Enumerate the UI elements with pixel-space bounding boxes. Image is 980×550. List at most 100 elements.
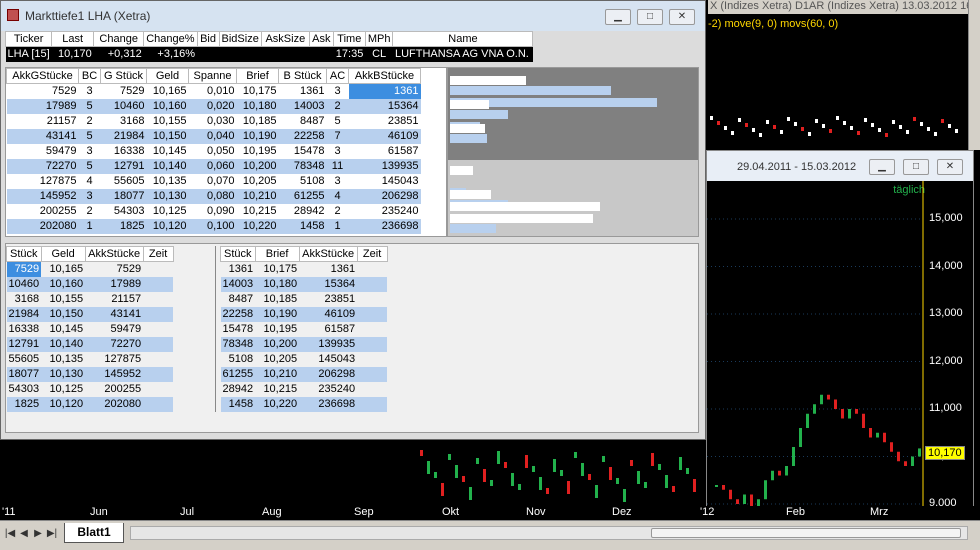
table-row[interactable]: 17989 5 10460 10,160 0,020 10,180 14003 2 15364 [6,98,421,114]
sales-cell [143,262,173,277]
order-book-header[interactable]: B Stück [278,68,327,84]
ticker-row[interactable]: LHA [15] 10,170 +0,312 +3,16% 17:35 CL LUFTHAN… [5,46,533,62]
table-row[interactable]: 78348 10,200 139935 [220,336,388,352]
table-row[interactable]: 8487 10,185 23851 [221,292,388,307]
sales-header[interactable]: AkkStücke [298,246,358,262]
ticker-header[interactable]: Change% [143,31,198,47]
horizontal-scroll-thumb[interactable] [651,528,961,538]
sales-cell: 235240 [318,383,356,395]
candle [724,126,727,130]
table-row[interactable]: 21157 2 3168 10,155 0,030 10,185 8487 5 23851 [7,114,421,129]
table-row[interactable]: 145952 3 18077 10,130 0,080 10,210 61255 4 20629… [6,188,421,204]
table-row[interactable]: 200255 2 54303 10,125 0,090 10,215 28942 2 23524… [7,204,421,219]
table-row[interactable]: 1458 10,220 236698 [220,396,388,412]
table-row[interactable]: 10460 10,160 17989 [6,276,174,292]
sales-header[interactable]: Zeit [356,246,388,262]
table-row[interactable]: 59479 3 16338 10,145 0,050 10,195 15478 3 61587 [7,144,421,159]
sales-header[interactable]: Stück [220,246,256,262]
order-book-cell: 235240 [381,205,419,217]
maximize-button[interactable]: □ [637,9,663,25]
table-row[interactable]: 28942 10,215 235240 [221,382,388,397]
prev-sheet-button[interactable]: ◀ [18,527,30,541]
next-sheet-button[interactable]: ▶ [32,527,44,541]
table-row[interactable]: 16338 10,145 59479 [7,322,174,337]
table-row[interactable]: 54303 10,125 200255 [7,382,174,397]
close-button[interactable]: ✕ [937,159,963,175]
ticker-cell [261,46,310,62]
close-button[interactable]: ✕ [669,9,695,25]
table-row[interactable]: 55605 10,135 127875 [7,352,174,367]
candle [504,462,507,468]
table-row[interactable]: 72270 5 12791 10,140 0,060 10,200 78348 11 13993… [6,158,421,174]
candle [855,409,858,414]
chart-plot-area[interactable]: täglich 15,00014,00013,00012,00011,00010… [707,181,973,523]
market-depth-titlebar[interactable]: Markttiefe1 LHA (Xetra) ▁ □ ✕ [1,1,705,31]
table-row[interactable]: 5108 10,205 145043 [221,352,388,367]
table-row[interactable]: 7529 3 7529 10,165 0,010 10,175 1361 3 1361 [7,83,421,99]
x-tick-label: Jul [180,506,195,518]
sales-cell: 236698 [299,396,358,412]
table-row[interactable]: 43141 5 21984 10,150 0,040 10,190 22258 7 46109 [6,128,421,144]
first-sheet-button[interactable]: |◀ [4,527,16,541]
order-book-header[interactable]: AkkGStücke [6,68,79,84]
tab-blatt1[interactable]: Blatt1 [64,523,124,543]
x-tick-label: '12 [700,506,715,518]
ticker-header[interactable]: Change [93,31,145,47]
ticker-header[interactable]: Name [392,31,534,47]
table-row[interactable]: 202080 1 1825 10,120 0,100 10,220 1458 1 236698 [6,218,421,234]
table-row[interactable]: 15478 10,195 61587 [221,322,388,337]
candle [738,118,741,122]
sales-header[interactable]: Brief [254,246,300,262]
order-book-header[interactable]: AC [326,68,349,84]
chart-window-titlebar[interactable]: 29.04.2011 - 15.03.2012 ▁ □ ✕ [707,151,973,181]
order-book-header[interactable]: Spanne [188,68,237,84]
sales-header[interactable]: Geld [40,246,86,262]
table-row[interactable]: 61255 10,210 206298 [220,366,388,382]
order-book-header[interactable]: Geld [146,68,189,84]
maximize-button[interactable]: □ [903,159,929,175]
table-row[interactable]: 18077 10,130 145952 [6,366,174,382]
order-book-cell: 139935 [348,158,421,174]
ticker-header[interactable]: Last [51,31,95,47]
order-book-header[interactable]: G Stück [100,68,147,84]
order-book-header[interactable]: BC [78,68,101,84]
sales-cell [357,262,387,277]
candle [857,131,860,135]
table-row[interactable]: 21984 10,150 43141 [6,306,174,322]
sales-cell: 10,220 [255,396,300,412]
horizontal-scrollbar[interactable] [130,526,968,540]
sales-cell: 3168 [14,293,40,305]
minimize-button[interactable]: ▁ [605,9,631,25]
candle [560,470,563,476]
order-book-header[interactable]: Brief [236,68,279,84]
order-book-header[interactable]: AkkBStücke [348,68,421,84]
last-sheet-button[interactable]: ▶| [46,527,58,541]
order-book-cell: 2 [334,205,341,217]
ticker-header[interactable]: Ticker [4,31,53,47]
table-row[interactable]: 12791 10,140 72270 [6,336,174,352]
ticker-cell: CL [365,46,393,62]
ticker-header[interactable]: Bid [196,31,220,47]
table-row[interactable]: 7529 10,165 7529 [6,261,174,277]
ticker-header[interactable]: BidSize [218,31,262,47]
ticker-header[interactable]: Ask [308,31,334,47]
sales-header[interactable]: Zeit [142,246,174,262]
table-row[interactable]: 14003 10,180 15364 [220,276,388,292]
order-book-cell: 28942 [293,205,325,217]
ticker-header[interactable]: AskSize [260,31,310,47]
candle [836,116,839,120]
table-row[interactable]: 22258 10,190 46109 [220,306,388,322]
table-row[interactable]: 1825 10,120 202080 [6,396,174,412]
ticker-header[interactable]: MPh [364,31,394,47]
ticker-header[interactable]: Time [332,31,366,47]
candle [644,482,647,488]
background-vertical-scrollbar[interactable] [968,0,980,150]
sales-cell: 10,125 [49,383,84,395]
sales-cell: 23851 [324,293,356,305]
table-row[interactable]: 1361 10,175 1361 [221,262,388,277]
sales-header[interactable]: Stück [6,246,42,262]
sales-header[interactable]: AkkStücke [84,246,144,262]
table-row[interactable]: 127875 4 55605 10,135 0,070 10,205 5108 3 145043 [7,174,421,189]
minimize-button[interactable]: ▁ [869,159,895,175]
table-row[interactable]: 3168 10,155 21157 [7,292,174,307]
